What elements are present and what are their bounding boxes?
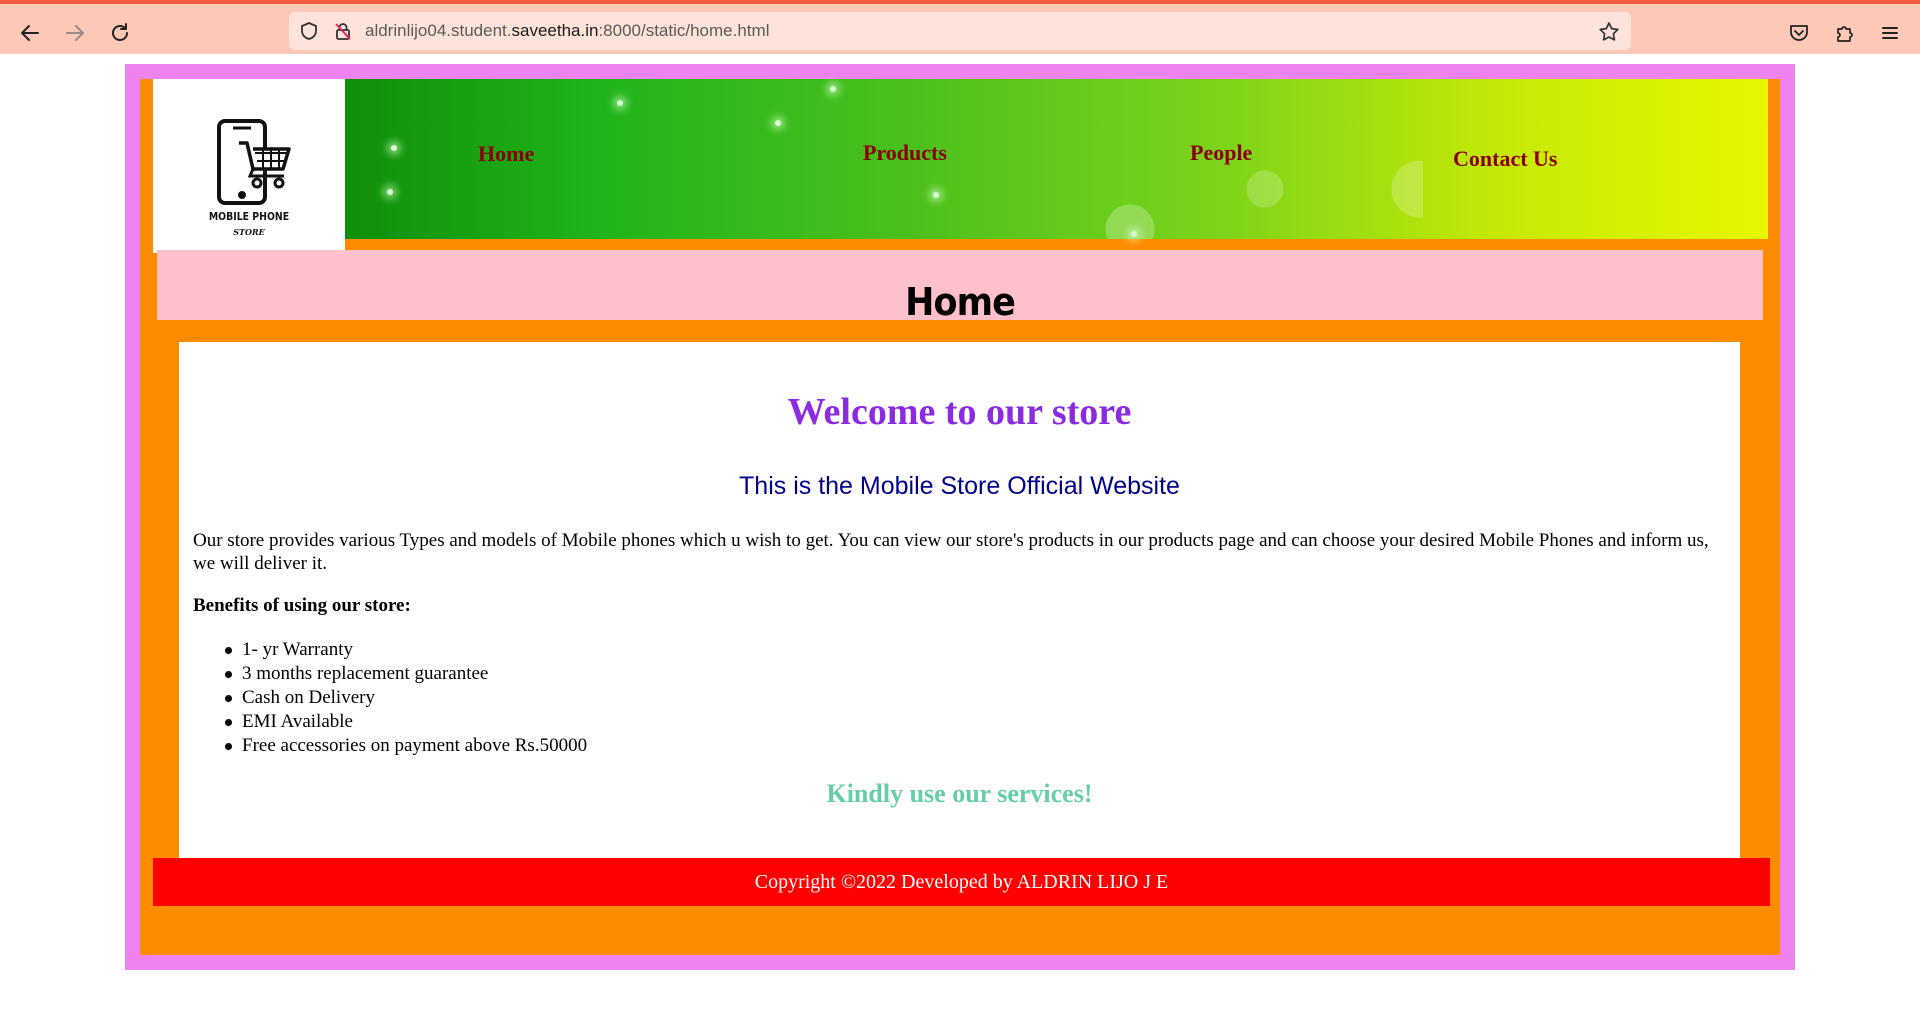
logo-title: MOBILE PHONE	[208, 210, 290, 223]
back-button[interactable]	[12, 15, 48, 51]
shield-icon[interactable]	[299, 21, 319, 41]
page-title: Home	[905, 280, 1016, 320]
nav-products-link[interactable]: Products	[863, 140, 947, 166]
main-content: Welcome to our store This is the Mobile …	[179, 342, 1740, 858]
page-title-bar: Home	[157, 250, 1763, 320]
browser-toolbar: aldrinlijo04.student.saveetha.in:8000/st…	[0, 0, 1920, 54]
hamburger-menu-icon	[1882, 27, 1898, 39]
banner-sparkle	[391, 145, 397, 151]
back-arrow-icon	[21, 25, 39, 41]
nav-people-link[interactable]: People	[1190, 140, 1252, 166]
puzzle-icon	[1837, 26, 1853, 42]
closing-message: Kindly use our services!	[826, 779, 1093, 808]
official-subheading: This is the Mobile Store Official Websit…	[739, 472, 1180, 500]
banner-sparkle	[387, 189, 393, 195]
list-item: Cash on Delivery	[224, 686, 587, 710]
forward-arrow-icon	[66, 25, 84, 41]
menu-button[interactable]	[1876, 19, 1904, 47]
url-domain: saveetha.in	[511, 21, 599, 40]
welcome-heading: Welcome to our store	[787, 391, 1132, 433]
pocket-icon	[1790, 25, 1808, 41]
list-item: Free accessories on payment above Rs.500…	[224, 735, 588, 756]
banner-sparkle	[1131, 231, 1137, 237]
reload-button[interactable]	[102, 15, 138, 51]
store-description: Our store provides various Types and mod…	[193, 530, 1709, 574]
list-item: EMI Available	[224, 710, 587, 734]
banner-sparkle	[617, 100, 623, 106]
banner-sparkle	[830, 86, 836, 92]
banner-sparkle	[933, 192, 939, 198]
extensions-button[interactable]	[1831, 19, 1859, 47]
copyright-footer: Copyright ©2022 Developed by ALDRIN LIJO…	[153, 858, 1770, 906]
nav-contact-link[interactable]: Contact Us	[1453, 146, 1558, 172]
forward-button[interactable]	[57, 15, 93, 51]
nav-home-link[interactable]: Home	[478, 141, 534, 167]
reload-icon	[112, 23, 128, 41]
list-item: 1- yr Warranty	[224, 638, 587, 662]
url-path: :8000/static/home.html	[598, 21, 770, 40]
logo-subtitle: STORE	[233, 227, 265, 237]
url-prefix: aldrinlijo04.student.	[365, 21, 512, 40]
insecure-lock-icon[interactable]	[333, 21, 353, 41]
banner-sparkle	[775, 120, 781, 126]
list-item: 3 months replacement guarantee	[224, 662, 587, 686]
pocket-button[interactable]	[1785, 19, 1813, 47]
store-logo[interactable]: MOBILE PHONE STORE	[153, 79, 345, 253]
url-text[interactable]: aldrinlijo04.student.saveetha.in:8000/st…	[365, 12, 769, 50]
benefits-heading: Benefits of using our store:	[193, 595, 411, 616]
bookmark-star-icon[interactable]	[1598, 21, 1620, 43]
address-bar[interactable]: aldrinlijo04.student.saveetha.in:8000/st…	[289, 12, 1631, 50]
benefits-list: 1- yr Warranty 3 months replacement guar…	[224, 638, 588, 758]
